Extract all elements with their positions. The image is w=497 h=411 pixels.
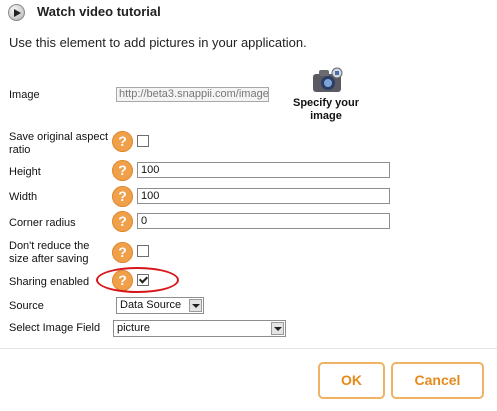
highlight-ellipse (96, 267, 179, 293)
camera-icon[interactable] (311, 66, 345, 96)
intro-text: Use this element to add pictures in your… (9, 35, 307, 50)
save-aspect-checkbox[interactable] (137, 135, 149, 147)
ok-button[interactable]: OK (318, 362, 385, 399)
save-aspect-label: Save original aspect ratio (9, 131, 109, 156)
image-field-select[interactable]: picture (113, 320, 286, 337)
source-label: Source (9, 300, 44, 312)
image-url-field[interactable]: http://beta3.snappii.com/image (116, 87, 269, 102)
watch-video-tutorial-link[interactable]: Watch video tutorial (37, 4, 161, 19)
specify-image-button[interactable]: Specify your image (283, 97, 369, 123)
image-field-label: Select Image Field (9, 322, 101, 334)
no-reduce-checkbox[interactable] (137, 245, 149, 257)
play-icon[interactable] (8, 4, 25, 21)
cancel-button[interactable]: Cancel (391, 362, 484, 399)
help-icon[interactable]: ? (112, 131, 133, 152)
chevron-down-icon[interactable] (271, 322, 284, 335)
height-label: Height (9, 166, 41, 178)
width-label: Width (9, 191, 38, 203)
height-input[interactable]: 100 (137, 162, 390, 178)
corner-radius-input[interactable]: 0 (137, 213, 390, 229)
no-reduce-label: Don't reduce the size after saving (9, 240, 90, 265)
sharing-enabled-label: Sharing enabled (9, 276, 90, 288)
help-icon[interactable]: ? (112, 186, 133, 207)
help-icon[interactable]: ? (112, 242, 133, 263)
help-icon[interactable]: ? (112, 160, 133, 181)
chevron-down-icon[interactable] (189, 299, 202, 312)
source-select-value: Data Source (120, 299, 182, 311)
corner-radius-label: Corner radius (9, 217, 76, 229)
help-icon[interactable]: ? (112, 211, 133, 232)
width-input[interactable]: 100 (137, 188, 390, 204)
image-label: Image (9, 89, 40, 101)
tutorial-header[interactable]: Watch video tutorial (0, 0, 497, 26)
image-field-select-value: picture (117, 322, 151, 334)
source-select[interactable]: Data Source (116, 297, 204, 314)
footer-divider (0, 348, 497, 349)
